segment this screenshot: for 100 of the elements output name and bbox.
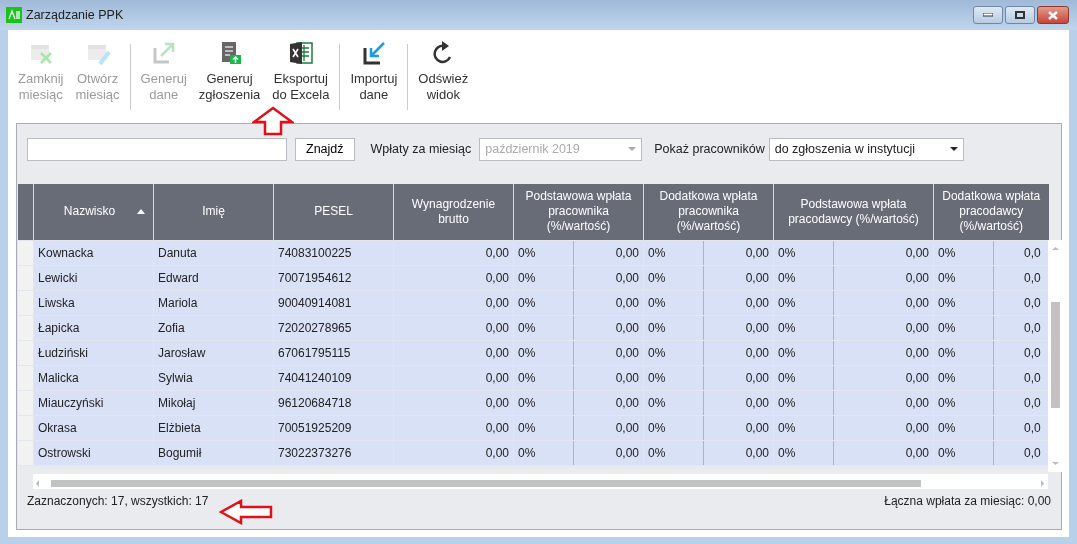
table-cell: 0,00 xyxy=(393,290,514,315)
table-cell-text: 0,00 xyxy=(614,369,640,387)
dropdown[interactable]: do zgłoszenia w instytucji xyxy=(768,137,964,161)
table-cell: 0% xyxy=(644,266,704,289)
search-field[interactable] xyxy=(27,137,287,161)
table-cell: 0,00 xyxy=(393,440,514,465)
toolbar-button[interactable]: Importuj dane xyxy=(344,40,404,103)
table-cell: 0% xyxy=(514,391,574,414)
column-header[interactable]: Wynagrodzenie brutto xyxy=(393,184,514,240)
column-header[interactable]: Podstawowa wpłata pracodawcy (%/wartość) xyxy=(773,184,934,240)
toolbar-button[interactable]: Odśwież widok xyxy=(412,40,475,103)
column-header[interactable]: Dodatkowa wpłata pracodawcy (%/wartość) xyxy=(933,184,1049,240)
table-cell: 0% xyxy=(774,266,834,289)
table-cell-text: 0,00 xyxy=(744,244,770,262)
table-cell: 0% xyxy=(934,441,994,464)
toolbar-button[interactable]: Eksportuj do Excela xyxy=(266,40,336,103)
table-cell-text: 0,00 xyxy=(744,369,770,387)
table-cell-text: 0,00 xyxy=(614,319,640,337)
table-cell: Elżbieta xyxy=(153,415,274,440)
monthly-total: Łączna wpłata za miesiąc: 0,00 xyxy=(884,493,1051,510)
table-cell: 0% xyxy=(934,316,994,339)
table-cell: Łudziński xyxy=(33,340,154,365)
table-cell-text: 0,00 xyxy=(614,419,640,437)
table-cell-text: 0,00 xyxy=(904,394,930,412)
table-cell-text: 0,0 xyxy=(1023,369,1042,387)
table-cell: 0% xyxy=(644,291,704,314)
app-logo-icon xyxy=(6,7,22,24)
column-header[interactable]: Imię xyxy=(153,184,274,240)
column-header[interactable]: Podstawowa wpłata pracownika (%/wartość) xyxy=(513,184,644,240)
table-cell-text: 0,00 xyxy=(744,319,770,337)
table-cell-text: 0,0 xyxy=(1023,244,1042,262)
table-cell: Edward xyxy=(153,265,274,290)
table-cell: 0% xyxy=(514,291,574,314)
table-cell-text: 0,00 xyxy=(744,344,770,362)
table-cell: 0% xyxy=(644,341,704,364)
search-button[interactable]: Znajdź xyxy=(295,137,355,161)
table-cell-text: 0,0 xyxy=(1023,419,1042,437)
selection-count: Zaznaczonych: 17, wszystkich: 17 xyxy=(27,493,209,510)
vertical-scrollbar[interactable] xyxy=(1048,240,1063,472)
table-cell: 70051925209 xyxy=(273,415,394,440)
table-cell-text: 0,00 xyxy=(614,269,640,287)
column-header[interactable]: PESEL xyxy=(273,184,394,240)
table-cell: 96120684718 xyxy=(273,390,394,415)
close-icon xyxy=(1048,10,1058,20)
table-cell: Okrasa xyxy=(33,415,154,440)
table-cell: 0% xyxy=(774,291,834,314)
table-cell: 0% xyxy=(644,316,704,339)
table-cell: 74041240109 xyxy=(273,365,394,390)
spreadsheet-icon xyxy=(287,40,314,66)
table-cell: 0,00 xyxy=(393,340,514,365)
table-cell: 0% xyxy=(774,416,834,439)
column-header[interactable]: Dodatkowa wpłata pracownika (%/wartość) xyxy=(643,184,774,240)
table-cell: 70071954612 xyxy=(273,265,394,290)
table-cell: 0% xyxy=(514,316,574,339)
table-cell: Mariola xyxy=(153,290,274,315)
table-cell-text: 0,00 xyxy=(744,269,770,287)
toolbar-button[interactable]: Generuj zgłoszenia xyxy=(192,40,267,103)
table-cell: 0,00 xyxy=(393,390,514,415)
table-cell-text: 0,00 xyxy=(614,394,640,412)
up-arrow-icon xyxy=(252,106,294,136)
table-cell-text: 0,00 xyxy=(904,244,930,262)
table-cell: Danuta xyxy=(153,240,274,265)
table-cell: 0% xyxy=(514,241,574,264)
table-cell: 0% xyxy=(774,391,834,414)
close-button[interactable] xyxy=(1037,6,1069,24)
table-cell-text: 0,0 xyxy=(1023,269,1042,287)
table-cell-text: 0,0 xyxy=(1023,344,1042,362)
table-cell-text: 0,00 xyxy=(614,294,640,312)
table-cell: 0% xyxy=(774,241,834,264)
table-cell-text: 0,00 xyxy=(744,394,770,412)
table-cell: 0,00 xyxy=(393,415,514,440)
table-cell: 0% xyxy=(514,341,574,364)
table-cell-text: 0,0 xyxy=(1023,294,1042,312)
table-cell: 67061795115 xyxy=(273,340,394,365)
sort-icon xyxy=(137,208,146,214)
table-cell: 0% xyxy=(514,441,574,464)
table-cell: Łapicka xyxy=(33,315,154,340)
table-cell-text: 0,00 xyxy=(904,269,930,287)
table-cell: Kownacka xyxy=(33,240,154,265)
column-header[interactable]: Nazwisko xyxy=(33,184,154,240)
table-cell-text: 0,00 xyxy=(904,344,930,362)
field-label: Wpłaty za miesiąc xyxy=(370,140,472,158)
table-cell: Ostrowski xyxy=(33,440,154,465)
table-cell-text: 0,00 xyxy=(744,444,770,462)
table-cell: 0% xyxy=(934,291,994,314)
table-cell: 73022373276 xyxy=(273,440,394,465)
table-cell: 0% xyxy=(934,241,994,264)
maximize-button[interactable] xyxy=(1005,6,1035,24)
table-cell-text: 0,0 xyxy=(1023,319,1042,337)
table-cell: Miauczyński xyxy=(33,390,154,415)
table-cell: 74083100225 xyxy=(273,240,394,265)
table-cell: 0% xyxy=(514,366,574,389)
table-cell: Bogumił xyxy=(153,440,274,465)
table-cell-text: 0,00 xyxy=(744,419,770,437)
table-cell-text: 0,00 xyxy=(614,344,640,362)
table-cell: 0% xyxy=(514,416,574,439)
table-cell: 0% xyxy=(934,266,994,289)
table-cell-text: 0,00 xyxy=(904,444,930,462)
table-cell: Lewicki xyxy=(33,265,154,290)
horizontal-scrollbar[interactable] xyxy=(33,474,1048,489)
